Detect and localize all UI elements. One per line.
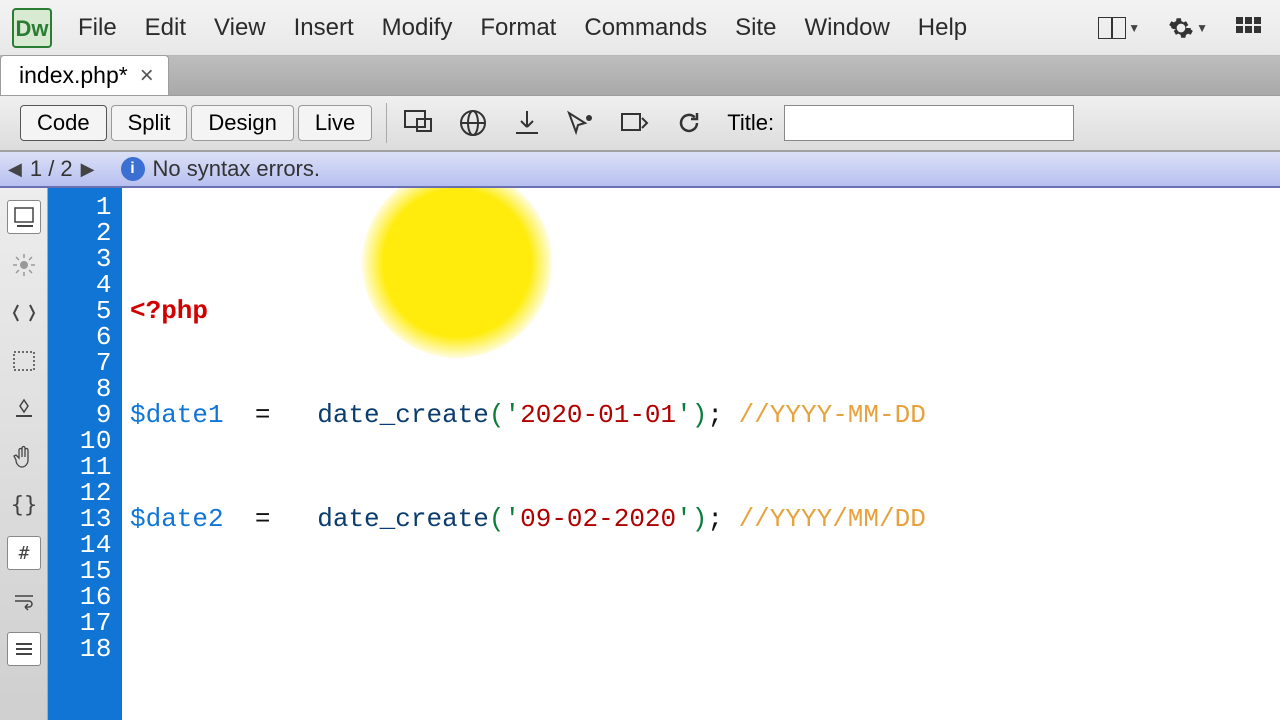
line-number: 5 bbox=[54, 298, 112, 324]
menu-help[interactable]: Help bbox=[918, 14, 967, 42]
document-tabbar: index.php* × bbox=[0, 56, 1280, 96]
code-toolbar-left: {} # bbox=[0, 188, 48, 720]
workspace: {} # 1 2 3 4 5 6 7 8 9 10 11 12 13 14 15… bbox=[0, 188, 1280, 720]
mode-split[interactable]: Split bbox=[111, 105, 188, 141]
highlight-callout-icon bbox=[362, 188, 552, 358]
menu-insert[interactable]: Insert bbox=[294, 14, 354, 42]
menu-site[interactable]: Site bbox=[735, 14, 776, 42]
title-input[interactable] bbox=[784, 105, 1074, 141]
line-number: 3 bbox=[54, 246, 112, 272]
line-number: 17 bbox=[54, 610, 112, 636]
mode-design[interactable]: Design bbox=[191, 105, 293, 141]
code-line: $date2 = date_create('09-02-2020'); //YY… bbox=[130, 506, 1280, 532]
code-line: $date1 = date_create('2020-01-01'); //YY… bbox=[130, 402, 1280, 428]
line-number: 9 bbox=[54, 402, 112, 428]
code-line bbox=[130, 688, 1280, 714]
brace-icon[interactable]: {} bbox=[7, 488, 41, 522]
balance-braces-icon[interactable] bbox=[7, 296, 41, 330]
document-toolbar: Code Split Design Live Title: bbox=[0, 96, 1280, 152]
line-number-gutter: 1 2 3 4 5 6 7 8 9 10 11 12 13 14 15 16 1… bbox=[48, 188, 122, 720]
syntax-status-text: No syntax errors. bbox=[153, 156, 321, 182]
svg-text:{}: {} bbox=[12, 493, 36, 517]
line-number: 2 bbox=[54, 220, 112, 246]
line-number: 14 bbox=[54, 532, 112, 558]
menu-commands[interactable]: Commands bbox=[584, 14, 707, 42]
svg-text:Dw: Dw bbox=[16, 16, 50, 41]
multiscreen-icon[interactable] bbox=[401, 105, 437, 141]
line-number: 16 bbox=[54, 584, 112, 610]
status-strip: ◀ 1 / 2 ▶ i No syntax errors. bbox=[0, 152, 1280, 188]
line-number: 1 bbox=[54, 194, 112, 220]
menubar: Dw File Edit View Insert Modify Format C… bbox=[0, 0, 1280, 56]
menu-window[interactable]: Window bbox=[804, 14, 889, 42]
line-number: 12 bbox=[54, 480, 112, 506]
menu-view[interactable]: View bbox=[214, 14, 266, 42]
svg-text:#: # bbox=[18, 543, 29, 564]
hash-icon[interactable]: # bbox=[7, 536, 41, 570]
line-number: 10 bbox=[54, 428, 112, 454]
title-field-wrap: Title: bbox=[727, 105, 1074, 141]
toolbar-icons bbox=[401, 105, 707, 141]
menu-edit[interactable]: Edit bbox=[145, 14, 186, 42]
inspect-icon[interactable] bbox=[563, 105, 599, 141]
line-number: 7 bbox=[54, 350, 112, 376]
globe-icon[interactable] bbox=[455, 105, 491, 141]
line-number: 15 bbox=[54, 558, 112, 584]
page-nav-text: 1 / 2 bbox=[30, 156, 73, 182]
menu-format[interactable]: Format bbox=[480, 14, 556, 42]
menu-file[interactable]: File bbox=[78, 14, 117, 42]
tab-title: index.php* bbox=[19, 62, 128, 89]
toolbar-separator bbox=[386, 103, 387, 143]
line-number: 6 bbox=[54, 324, 112, 350]
title-label: Title: bbox=[727, 110, 774, 136]
line-number: 8 bbox=[54, 376, 112, 402]
prev-arrow-icon[interactable]: ◀ bbox=[8, 159, 22, 180]
close-icon[interactable]: × bbox=[140, 62, 154, 90]
line-number: 11 bbox=[54, 454, 112, 480]
mode-code[interactable]: Code bbox=[20, 105, 107, 141]
code-editor[interactable]: <?php $date1 = date_create('2020-01-01')… bbox=[122, 188, 1280, 720]
snippet-icon[interactable] bbox=[7, 392, 41, 426]
line-number: 13 bbox=[54, 506, 112, 532]
download-icon[interactable] bbox=[509, 105, 545, 141]
layout-icon[interactable]: ▼ bbox=[1098, 17, 1140, 39]
options-icon[interactable] bbox=[617, 105, 653, 141]
code-line: <?php bbox=[130, 298, 1280, 324]
refresh-icon[interactable] bbox=[671, 105, 707, 141]
gear-icon[interactable]: ▼ bbox=[1168, 15, 1208, 41]
list-icon[interactable] bbox=[7, 632, 41, 666]
wrap-icon[interactable] bbox=[7, 584, 41, 618]
menu-right-icons: ▼ ▼ bbox=[1098, 15, 1276, 41]
view-mode-buttons: Code Split Design Live bbox=[20, 105, 372, 141]
menu-items: File Edit View Insert Modify Format Comm… bbox=[78, 14, 967, 42]
dreamweaver-logo: Dw bbox=[4, 0, 60, 56]
next-arrow-icon[interactable]: ▶ bbox=[81, 159, 95, 180]
select-parent-icon[interactable] bbox=[7, 344, 41, 378]
file-tab-index[interactable]: index.php* × bbox=[0, 55, 169, 95]
sun-icon[interactable] bbox=[7, 248, 41, 282]
hand-icon[interactable] bbox=[7, 440, 41, 474]
panels-icon[interactable] bbox=[1236, 17, 1262, 39]
mode-live[interactable]: Live bbox=[298, 105, 372, 141]
info-icon: i bbox=[121, 157, 145, 181]
line-number: 4 bbox=[54, 272, 112, 298]
line-number: 18 bbox=[54, 636, 112, 662]
code-line bbox=[130, 610, 1280, 636]
menu-modify[interactable]: Modify bbox=[382, 14, 453, 42]
collapse-icon[interactable] bbox=[7, 200, 41, 234]
